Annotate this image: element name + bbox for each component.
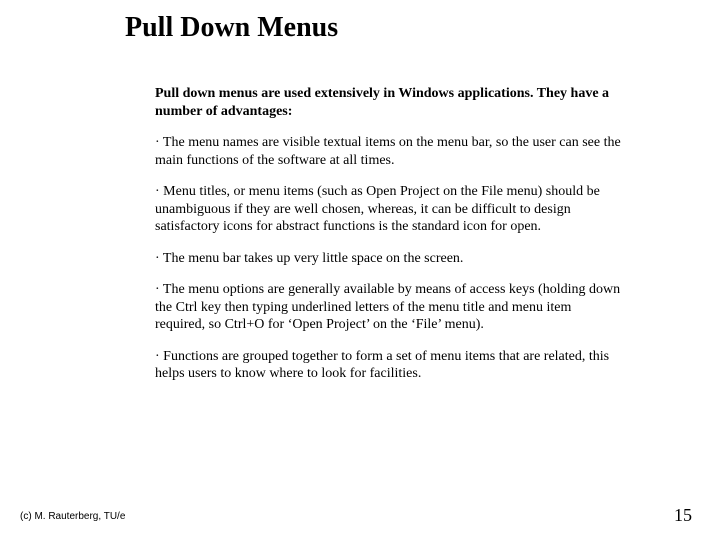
page-number: 15	[674, 505, 692, 526]
list-item: · Functions are grouped together to form…	[155, 348, 625, 383]
bullet-icon: ·	[155, 282, 160, 297]
list-item: · The menu options are generally availab…	[155, 281, 625, 334]
bullet-text: The menu names are visible textual items…	[155, 135, 621, 168]
slide: Pull Down Menus Pull down menus are used…	[0, 0, 720, 540]
footer-copyright: (c) M. Rauterberg, TU/e	[20, 511, 125, 522]
bullet-text: Functions are grouped together to form a…	[155, 349, 609, 382]
slide-title: Pull Down Menus	[125, 12, 338, 44]
intro-text: Pull down menus are used extensively in …	[155, 85, 625, 120]
bullet-icon: ·	[155, 184, 160, 199]
list-item: · Menu titles, or menu items (such as Op…	[155, 183, 625, 236]
bullet-text: Menu titles, or menu items (such as Open…	[155, 184, 600, 234]
bullet-icon: ·	[155, 251, 160, 266]
slide-body: Pull down menus are used extensively in …	[155, 85, 625, 397]
bullet-icon: ·	[155, 135, 160, 150]
bullet-text: The menu bar takes up very little space …	[163, 251, 464, 266]
list-item: · The menu names are visible textual ite…	[155, 134, 625, 169]
bullet-list: · The menu names are visible textual ite…	[155, 134, 625, 383]
bullet-icon: ·	[155, 349, 160, 364]
bullet-text: The menu options are generally available…	[155, 282, 620, 332]
list-item: · The menu bar takes up very little spac…	[155, 250, 625, 268]
